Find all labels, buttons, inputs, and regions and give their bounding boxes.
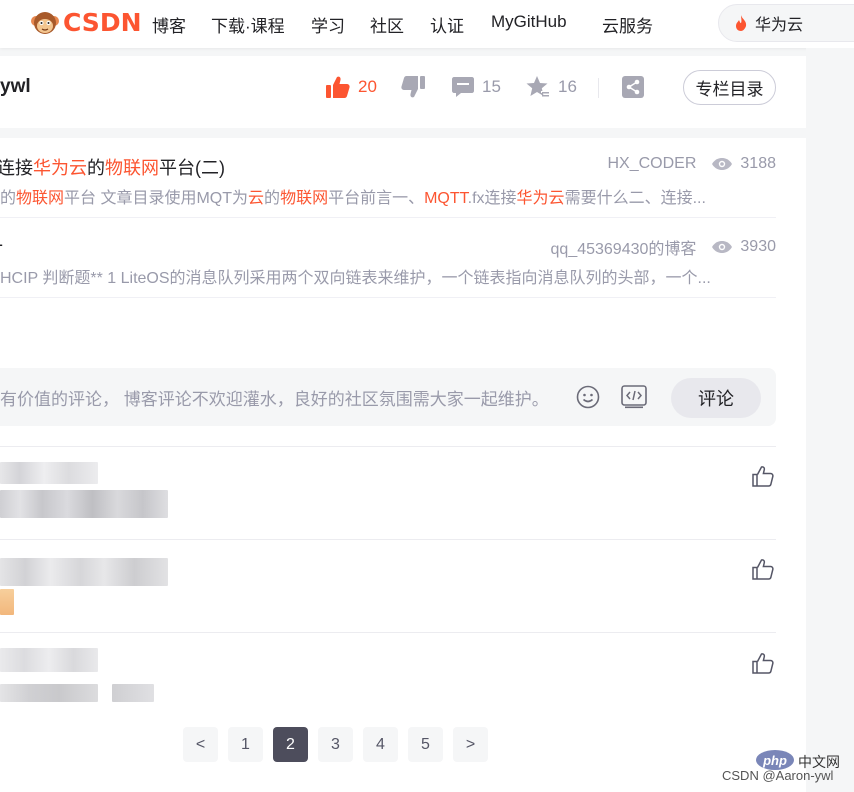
nav-item-certification[interactable]: 认证: [430, 12, 464, 37]
prev-page-button[interactable]: <: [183, 727, 218, 762]
recommendation-author[interactable]: qq_45369430的博客: [551, 235, 697, 259]
search-value: 华为云: [755, 17, 804, 34]
eye-icon: [712, 241, 733, 253]
recommendation-meta: HX_CODER 3188: [608, 155, 777, 173]
desc-text: .fx连接: [467, 190, 517, 207]
code-block-icon[interactable]: [621, 385, 647, 409]
blurred-username: [0, 648, 98, 672]
page-button-4[interactable]: 4: [363, 727, 398, 762]
comment-divider: [0, 632, 776, 633]
comment-divider: [0, 446, 776, 447]
comment-like-icon[interactable]: [752, 559, 774, 580]
desc-text: 平台 文章目录使用MQT为: [64, 190, 249, 207]
emoji-icon[interactable]: [576, 385, 600, 409]
author-name[interactable]: ywl: [0, 76, 31, 98]
share-button[interactable]: [622, 76, 652, 98]
blurred-username: [0, 558, 168, 586]
title-text: 连接: [0, 158, 33, 178]
blurred-comment-text: [112, 684, 154, 702]
favorite-button[interactable]: 16: [526, 76, 577, 98]
comment-count: 15: [482, 77, 501, 96]
search-input[interactable]: 华为云: [718, 4, 854, 42]
recommendation-author[interactable]: HX_CODER: [608, 155, 697, 173]
top-navbar: CSDN 博客 下载·课程 学习 社区 认证 MyGitHub 云服务 华为云: [0, 0, 854, 48]
comment-like-icon[interactable]: [752, 466, 774, 487]
monkey-logo-icon: [31, 12, 59, 34]
desc-highlight: 物联网: [280, 190, 329, 207]
comment-like-icon[interactable]: [752, 653, 774, 674]
like-count: 20: [358, 77, 377, 96]
view-count: 3188: [740, 155, 776, 172]
share-icon: [622, 76, 644, 98]
nav-item-community[interactable]: 社区: [370, 12, 404, 37]
thumbs-up-icon: [326, 76, 350, 98]
blurred-username: [0, 462, 98, 484]
like-button[interactable]: 20: [326, 76, 377, 98]
nav-item-cloud-service[interactable]: 云服务: [602, 12, 653, 37]
desc-text: 的: [264, 190, 281, 207]
thumbs-down-icon: [401, 76, 425, 98]
comment-placeholder: 有价值的评论， 博客评论不欢迎灌水，良好的社区氛围需大家一起维护。: [0, 390, 549, 409]
nav-item-learn[interactable]: 学习: [311, 12, 345, 37]
blurred-comment-text: [0, 490, 168, 518]
recommendation-title[interactable]: -: [0, 234, 3, 255]
column-catalog-button[interactable]: 专栏目录: [683, 70, 776, 105]
recommendation-item[interactable]: - qq_45369430的博客 3930 HCIP 判断题** 1 LiteO…: [0, 218, 776, 298]
favorite-count: 16: [558, 77, 577, 96]
comment-icon: [452, 77, 474, 97]
blurred-comment-text: [0, 589, 14, 615]
desc-text: 需要什么二、连接...: [564, 190, 706, 207]
next-page-button[interactable]: >: [453, 727, 488, 762]
watermark: php 中文网 CSDN @Aaron-ywl: [722, 750, 852, 790]
fire-icon: [736, 15, 747, 31]
submit-comment-button[interactable]: 评论: [671, 378, 761, 418]
php-badge: php: [756, 750, 794, 770]
recommendation-description: 的物联网平台 文章目录使用MQT为云的物联网平台前言一、MQTT.fx连接华为云…: [0, 184, 776, 208]
nav-item-blog[interactable]: 博客: [152, 12, 186, 37]
desc-highlight: MQTT: [424, 190, 468, 207]
desc-highlight: 云: [248, 190, 265, 207]
eye-icon: [712, 158, 733, 170]
page-button-3[interactable]: 3: [318, 727, 353, 762]
recommendation-meta: qq_45369430的博客 3930: [551, 235, 776, 259]
title-highlight: 物联网: [105, 158, 159, 178]
nav-item-download-course[interactable]: 下载·课程: [211, 12, 285, 37]
desc-text: HCIP 判断题** 1 LiteOS的消息队列采用两个双向链表来维护，一个链表…: [0, 270, 711, 287]
recommendation-description: HCIP 判断题** 1 LiteOS的消息队列采用两个双向链表来维护，一个链表…: [0, 264, 776, 288]
desc-text: 平台前言一、: [328, 190, 425, 207]
desc-highlight: 华为云: [516, 190, 565, 207]
page-button-2[interactable]: 2: [273, 727, 308, 762]
recommendation-item[interactable]: 连接华为云的物联网平台(二) HX_CODER 3188 的物联网平台 文章目录…: [0, 138, 776, 218]
recommendation-title[interactable]: 连接华为云的物联网平台(二): [0, 154, 225, 180]
desc-highlight: 物联网: [16, 190, 65, 207]
nav-item-mygithub[interactable]: MyGitHub: [491, 12, 567, 32]
title-text: -: [0, 234, 3, 254]
page-button-5[interactable]: 5: [408, 727, 443, 762]
desc-text: 的: [0, 190, 17, 207]
pagination: < 1 2 3 4 5 >: [183, 727, 498, 762]
blurred-comment-text: [0, 684, 98, 702]
csdn-credit: CSDN @Aaron-ywl: [722, 768, 834, 783]
csdn-logo[interactable]: CSDN: [30, 9, 142, 37]
title-highlight: 华为云: [33, 158, 87, 178]
page-button-1[interactable]: 1: [228, 727, 263, 762]
star-icon: [526, 76, 550, 97]
dislike-button[interactable]: [401, 76, 433, 98]
toolbar-divider: [598, 78, 599, 98]
title-text: 的: [87, 158, 105, 178]
logo-text: CSDN: [63, 8, 142, 37]
right-rail: [806, 48, 854, 792]
comment-input[interactable]: 有价值的评论， 博客评论不欢迎灌水，良好的社区氛围需大家一起维护。: [0, 368, 776, 426]
comment-count-button[interactable]: 15: [452, 76, 501, 98]
title-text: 平台(二): [159, 158, 225, 178]
comment-divider: [0, 539, 776, 540]
view-count: 3930: [740, 238, 776, 255]
